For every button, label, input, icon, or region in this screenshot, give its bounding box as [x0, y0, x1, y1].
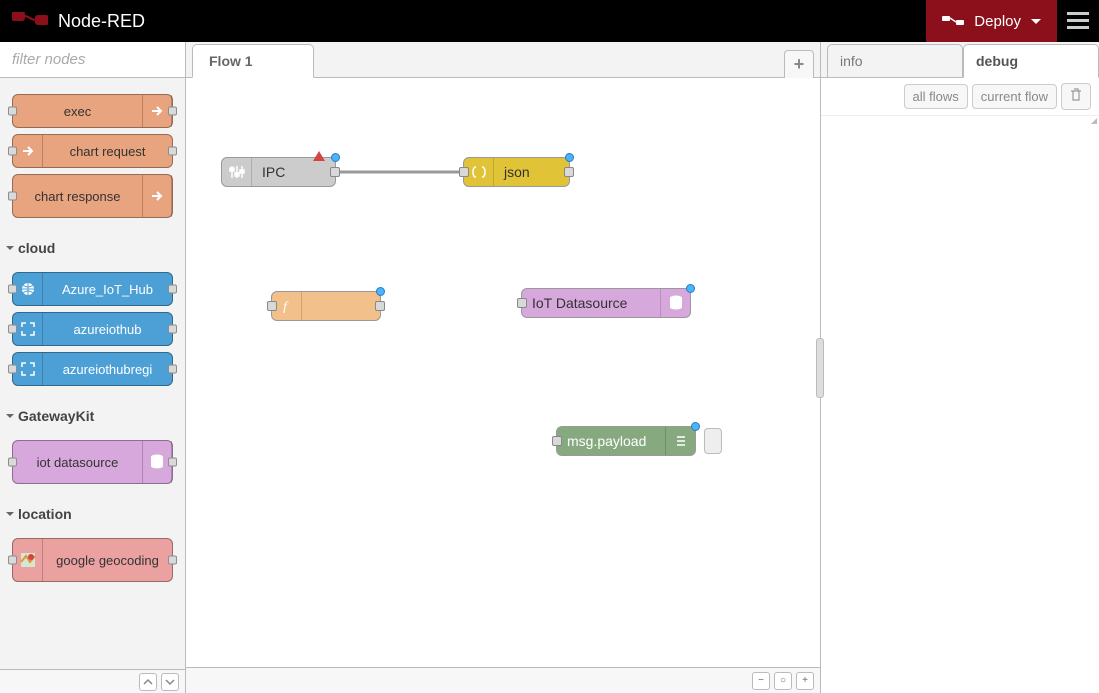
- arrow-right-icon: [150, 104, 164, 118]
- input-port[interactable]: [267, 301, 277, 311]
- flow-node-iot-datasource[interactable]: IoT Datasource: [521, 288, 691, 318]
- palette-node-azureiothub[interactable]: azureiothub: [12, 312, 173, 346]
- db-icon: [150, 454, 164, 470]
- app-logo: Node-RED: [0, 11, 157, 32]
- flow-tab[interactable]: Flow 1: [192, 44, 314, 78]
- workspace: Flow 1 + IPC: [186, 42, 821, 693]
- chevron-down-icon: [6, 246, 14, 250]
- main-layout: exec chart request chart response: [0, 42, 1099, 693]
- palette-node-azureiothubregi[interactable]: azureiothubregi: [12, 352, 173, 386]
- flow-canvas[interactable]: IPC json f: [186, 78, 820, 667]
- changed-indicator: [691, 422, 700, 431]
- filter-current-flow-button[interactable]: current flow: [972, 84, 1057, 109]
- flow-tab-bar: Flow 1 +: [186, 42, 820, 78]
- node-label: IPC: [252, 164, 335, 180]
- palette-node-iot-datasource[interactable]: iot datasource: [12, 440, 173, 484]
- palette-footer: [0, 669, 185, 693]
- output-port[interactable]: [375, 301, 385, 311]
- clear-debug-button[interactable]: [1061, 83, 1091, 110]
- palette-collapse-button[interactable]: [139, 673, 157, 691]
- debug-toolbar: all flows current flow: [821, 78, 1099, 116]
- deploy-button[interactable]: Deploy: [926, 0, 1057, 42]
- zoom-in-button[interactable]: +: [796, 672, 814, 690]
- scroll-indicator-icon: [1091, 118, 1097, 124]
- menu-button[interactable]: [1057, 0, 1099, 42]
- expand-icon: [21, 322, 35, 336]
- node-label: msg.payload: [557, 433, 665, 449]
- palette-node-google-geocoding[interactable]: google geocoding: [12, 538, 173, 582]
- palette-node-chart-response[interactable]: chart response: [12, 174, 173, 218]
- filter-all-flows-button[interactable]: all flows: [904, 84, 968, 109]
- flow-node-ipc[interactable]: IPC: [221, 157, 336, 187]
- node-palette: exec chart request chart response: [0, 42, 186, 693]
- palette-category-gatewaykit[interactable]: GatewayKit: [6, 402, 179, 430]
- palette-node-chart-request[interactable]: chart request: [12, 134, 173, 168]
- palette-search: [0, 42, 185, 78]
- expand-icon: [21, 362, 35, 376]
- map-icon: [20, 552, 36, 568]
- nodered-logo-icon: [12, 12, 48, 30]
- debug-output: [821, 116, 1099, 693]
- function-icon: f: [280, 299, 294, 313]
- arrow-right-icon: [150, 189, 164, 203]
- palette-node-exec[interactable]: exec: [12, 94, 173, 128]
- zoom-reset-button[interactable]: ○: [774, 672, 792, 690]
- input-port[interactable]: [552, 436, 562, 446]
- app-title: Node-RED: [58, 11, 145, 32]
- debug-toggle-button[interactable]: [704, 428, 722, 454]
- input-port[interactable]: [459, 167, 469, 177]
- add-flow-button[interactable]: +: [784, 50, 814, 78]
- trash-icon: [1070, 88, 1082, 102]
- error-badge-icon: [313, 151, 325, 161]
- svg-text:f: f: [283, 300, 289, 313]
- arrow-right-icon: [21, 144, 35, 158]
- chevron-down-icon: [6, 512, 14, 516]
- changed-indicator: [331, 153, 340, 162]
- chevron-up-icon: [143, 677, 153, 687]
- palette-node-azure-iot-hub[interactable]: Azure_IoT_Hub: [12, 272, 173, 306]
- palette-category-cloud[interactable]: cloud: [6, 234, 179, 262]
- palette-category-location[interactable]: location: [6, 500, 179, 528]
- deploy-label: Deploy: [974, 13, 1021, 30]
- sidebar-tab-info[interactable]: info: [827, 44, 963, 78]
- deploy-icon: [942, 14, 964, 28]
- output-port[interactable]: [564, 167, 574, 177]
- hamburger-icon: [1067, 12, 1089, 30]
- input-port[interactable]: [517, 298, 527, 308]
- caret-down-icon: [1031, 19, 1041, 24]
- node-label: json: [494, 164, 569, 180]
- chevron-down-icon: [6, 414, 14, 418]
- app-header: Node-RED Deploy: [0, 0, 1099, 42]
- globe-icon: [20, 281, 36, 297]
- output-port[interactable]: [330, 167, 340, 177]
- sidebar-tab-bar: info debug: [821, 42, 1099, 78]
- flow-node-debug[interactable]: msg.payload: [556, 426, 696, 456]
- debug-icon: [674, 434, 688, 448]
- chevron-down-icon: [165, 677, 175, 687]
- zoom-out-button[interactable]: −: [752, 672, 770, 690]
- flow-node-function[interactable]: f: [271, 291, 381, 321]
- changed-indicator: [686, 284, 695, 293]
- sliders-icon: [229, 164, 245, 180]
- changed-indicator: [376, 287, 385, 296]
- sidebar: info debug all flows current flow: [821, 42, 1099, 693]
- changed-indicator: [565, 153, 574, 162]
- flow-node-json[interactable]: json: [463, 157, 570, 187]
- json-icon: [472, 165, 486, 179]
- workspace-footer: − ○ +: [186, 667, 820, 693]
- palette-expand-button[interactable]: [161, 673, 179, 691]
- sidebar-tab-debug[interactable]: debug: [963, 44, 1099, 78]
- node-label: IoT Datasource: [522, 295, 660, 311]
- palette-filter-input[interactable]: [12, 51, 211, 68]
- palette-scroll[interactable]: exec chart request chart response: [0, 78, 185, 669]
- db-icon: [669, 295, 683, 311]
